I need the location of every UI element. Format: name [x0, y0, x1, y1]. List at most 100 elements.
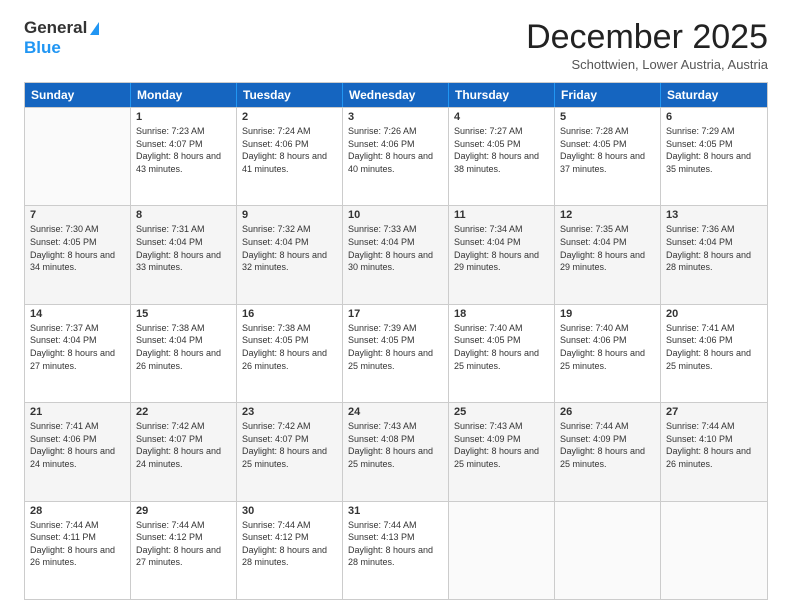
day-number: 7 [30, 209, 125, 221]
calendar-cell: 13 Sunrise: 7:36 AMSunset: 4:04 PMDayligh… [661, 206, 767, 303]
calendar-cell: 28Sunrise: 7:44 AMSunset: 4:11 PMDayligh… [25, 502, 131, 599]
calendar-cell: 12 Sunrise: 7:35 AMSunset: 4:04 PMDayligh… [555, 206, 661, 303]
calendar-week-1: 1 Sunrise: 7:23 AMSunset: 4:07 PMDaylight… [25, 107, 767, 205]
calendar-cell: 14 Sunrise: 7:37 AMSunset: 4:04 PMDayligh… [25, 305, 131, 402]
day-number: 24 [348, 406, 443, 418]
calendar: Sunday Monday Tuesday Wednesday Thursday… [24, 82, 768, 600]
header-wednesday: Wednesday [343, 83, 449, 107]
header-tuesday: Tuesday [237, 83, 343, 107]
logo-general: General [24, 18, 87, 38]
header-monday: Monday [131, 83, 237, 107]
calendar-cell: 7 Sunrise: 7:30 AMSunset: 4:05 PMDaylight… [25, 206, 131, 303]
calendar-week-3: 14 Sunrise: 7:37 AMSunset: 4:04 PMDayligh… [25, 304, 767, 402]
cell-info: Sunrise: 7:30 AMSunset: 4:05 PMDaylight:… [30, 223, 125, 273]
cell-info: Sunrise: 7:43 AMSunset: 4:08 PMDaylight:… [348, 420, 443, 470]
day-number: 13 [666, 209, 762, 221]
cell-info: Sunrise: 7:34 AMSunset: 4:04 PMDaylight:… [454, 223, 549, 273]
calendar-cell: 9 Sunrise: 7:32 AMSunset: 4:04 PMDaylight… [237, 206, 343, 303]
calendar-cell: 8 Sunrise: 7:31 AMSunset: 4:04 PMDaylight… [131, 206, 237, 303]
calendar-cell: 3 Sunrise: 7:26 AMSunset: 4:06 PMDaylight… [343, 108, 449, 205]
month-title: December 2025 [526, 18, 768, 57]
cell-info: Sunrise: 7:31 AMSunset: 4:04 PMDaylight:… [136, 223, 231, 273]
calendar-cell: 22Sunrise: 7:42 AMSunset: 4:07 PMDayligh… [131, 403, 237, 500]
calendar-cell: 17 Sunrise: 7:39 AMSunset: 4:05 PMDayligh… [343, 305, 449, 402]
calendar-cell [449, 502, 555, 599]
day-number: 17 [348, 308, 443, 320]
day-number: 9 [242, 209, 337, 221]
cell-info: Sunrise: 7:35 AMSunset: 4:04 PMDaylight:… [560, 223, 655, 273]
cell-info: Sunrise: 7:33 AMSunset: 4:04 PMDaylight:… [348, 223, 443, 273]
day-number: 8 [136, 209, 231, 221]
cell-info: Sunrise: 7:27 AMSunset: 4:05 PMDaylight:… [454, 125, 549, 175]
day-number: 11 [454, 209, 549, 221]
day-number: 29 [136, 505, 231, 517]
calendar-cell: 19Sunrise: 7:40 AMSunset: 4:06 PMDayligh… [555, 305, 661, 402]
day-number: 25 [454, 406, 549, 418]
cell-info: Sunrise: 7:23 AMSunset: 4:07 PMDaylight:… [136, 125, 231, 175]
calendar-cell: 11 Sunrise: 7:34 AMSunset: 4:04 PMDayligh… [449, 206, 555, 303]
calendar-cell: 4Sunrise: 7:27 AMSunset: 4:05 PMDaylight… [449, 108, 555, 205]
calendar-week-5: 28Sunrise: 7:44 AMSunset: 4:11 PMDayligh… [25, 501, 767, 599]
calendar-cell: 1 Sunrise: 7:23 AMSunset: 4:07 PMDaylight… [131, 108, 237, 205]
cell-info: Sunrise: 7:44 AMSunset: 4:10 PMDaylight:… [666, 420, 762, 470]
logo-triangle-icon [90, 22, 99, 35]
day-number: 30 [242, 505, 337, 517]
location-subtitle: Schottwien, Lower Austria, Austria [526, 57, 768, 72]
cell-info: Sunrise: 7:44 AMSunset: 4:13 PMDaylight:… [348, 519, 443, 569]
day-number: 22 [136, 406, 231, 418]
cell-info: Sunrise: 7:26 AMSunset: 4:06 PMDaylight:… [348, 125, 443, 175]
logo: General Blue [24, 18, 99, 58]
calendar-cell [25, 108, 131, 205]
cell-info: Sunrise: 7:39 AMSunset: 4:05 PMDaylight:… [348, 322, 443, 372]
cell-info: Sunrise: 7:40 AMSunset: 4:05 PMDaylight:… [454, 322, 549, 372]
calendar-header: Sunday Monday Tuesday Wednesday Thursday… [25, 83, 767, 107]
header-saturday: Saturday [661, 83, 767, 107]
calendar-cell: 15 Sunrise: 7:38 AMSunset: 4:04 PMDayligh… [131, 305, 237, 402]
calendar-cell: 27 Sunrise: 7:44 AMSunset: 4:10 PMDayligh… [661, 403, 767, 500]
cell-info: Sunrise: 7:37 AMSunset: 4:04 PMDaylight:… [30, 322, 125, 372]
title-block: December 2025 Schottwien, Lower Austria,… [526, 18, 768, 72]
calendar-cell: 30 Sunrise: 7:44 AMSunset: 4:12 PMDayligh… [237, 502, 343, 599]
cell-info: Sunrise: 7:29 AMSunset: 4:05 PMDaylight:… [666, 125, 762, 175]
calendar-cell: 24 Sunrise: 7:43 AMSunset: 4:08 PMDayligh… [343, 403, 449, 500]
cell-info: Sunrise: 7:44 AMSunset: 4:09 PMDaylight:… [560, 420, 655, 470]
cell-info: Sunrise: 7:32 AMSunset: 4:04 PMDaylight:… [242, 223, 337, 273]
day-number: 23 [242, 406, 337, 418]
cell-info: Sunrise: 7:42 AMSunset: 4:07 PMDaylight:… [242, 420, 337, 470]
day-number: 31 [348, 505, 443, 517]
day-number: 2 [242, 111, 337, 123]
cell-info: Sunrise: 7:28 AMSunset: 4:05 PMDaylight:… [560, 125, 655, 175]
calendar-cell: 25 Sunrise: 7:43 AMSunset: 4:09 PMDayligh… [449, 403, 555, 500]
day-number: 3 [348, 111, 443, 123]
logo-blue: Blue [24, 38, 61, 57]
calendar-cell: 29Sunrise: 7:44 AMSunset: 4:12 PMDayligh… [131, 502, 237, 599]
cell-info: Sunrise: 7:41 AMSunset: 4:06 PMDaylight:… [30, 420, 125, 470]
day-number: 26 [560, 406, 655, 418]
calendar-cell [661, 502, 767, 599]
day-number: 19 [560, 308, 655, 320]
day-number: 27 [666, 406, 762, 418]
calendar-cell: 6Sunrise: 7:29 AMSunset: 4:05 PMDaylight… [661, 108, 767, 205]
calendar-week-2: 7 Sunrise: 7:30 AMSunset: 4:05 PMDaylight… [25, 205, 767, 303]
calendar-cell: 20Sunrise: 7:41 AMSunset: 4:06 PMDayligh… [661, 305, 767, 402]
day-number: 15 [136, 308, 231, 320]
day-number: 1 [136, 111, 231, 123]
day-number: 14 [30, 308, 125, 320]
day-number: 18 [454, 308, 549, 320]
day-number: 5 [560, 111, 655, 123]
cell-info: Sunrise: 7:36 AMSunset: 4:04 PMDaylight:… [666, 223, 762, 273]
cell-info: Sunrise: 7:38 AMSunset: 4:05 PMDaylight:… [242, 322, 337, 372]
header-sunday: Sunday [25, 83, 131, 107]
cell-info: Sunrise: 7:41 AMSunset: 4:06 PMDaylight:… [666, 322, 762, 372]
cell-info: Sunrise: 7:43 AMSunset: 4:09 PMDaylight:… [454, 420, 549, 470]
cell-info: Sunrise: 7:44 AMSunset: 4:12 PMDaylight:… [242, 519, 337, 569]
calendar-body: 1 Sunrise: 7:23 AMSunset: 4:07 PMDaylight… [25, 107, 767, 599]
calendar-cell: 10 Sunrise: 7:33 AMSunset: 4:04 PMDayligh… [343, 206, 449, 303]
header-friday: Friday [555, 83, 661, 107]
cell-info: Sunrise: 7:38 AMSunset: 4:04 PMDaylight:… [136, 322, 231, 372]
day-number: 12 [560, 209, 655, 221]
calendar-cell: 16Sunrise: 7:38 AMSunset: 4:05 PMDayligh… [237, 305, 343, 402]
header-thursday: Thursday [449, 83, 555, 107]
cell-info: Sunrise: 7:44 AMSunset: 4:11 PMDaylight:… [30, 519, 125, 569]
day-number: 10 [348, 209, 443, 221]
